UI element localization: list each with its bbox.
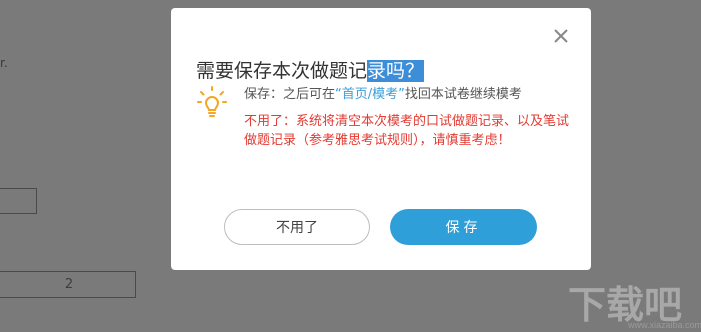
dialog-title: 需要保存本次做题记录吗？ <box>196 56 425 83</box>
save-record-dialog: 需要保存本次做题记录吗？ 保存：之后可在“首页/模考”找回本试卷继续模考 不用了… <box>171 8 591 270</box>
watermark-url: www.xiazaiba.com <box>628 320 701 330</box>
save-description: 保存：之后可在“首页/模考”找回本试卷继续模考 <box>244 85 569 104</box>
background-text-fragment: r. <box>0 56 8 70</box>
title-selected-text: 录吗？ <box>367 60 425 82</box>
title-text: 需要保存本次做题记 <box>196 60 368 82</box>
save-rest: 找回本试卷继续模考 <box>404 87 522 102</box>
background-input-field: 2 <box>0 271 136 298</box>
save-button[interactable]: 保存 <box>390 209 537 245</box>
home-mock-link: “首页/模考” <box>335 87 405 102</box>
dialog-message: 保存：之后可在“首页/模考”找回本试卷继续模考 不用了：系统将清空本次模考的口试… <box>244 85 569 150</box>
lightbulb-icon <box>197 86 227 118</box>
save-label: 保存：之后可在 <box>244 87 336 102</box>
cancel-button[interactable]: 不用了 <box>224 209 370 245</box>
close-icon[interactable] <box>553 28 569 44</box>
warning-description: 不用了：系统将清空本次模考的口试做题记录、以及笔试做题记录（参考雅思考试规则），… <box>244 114 570 148</box>
background-input-box <box>0 188 37 214</box>
